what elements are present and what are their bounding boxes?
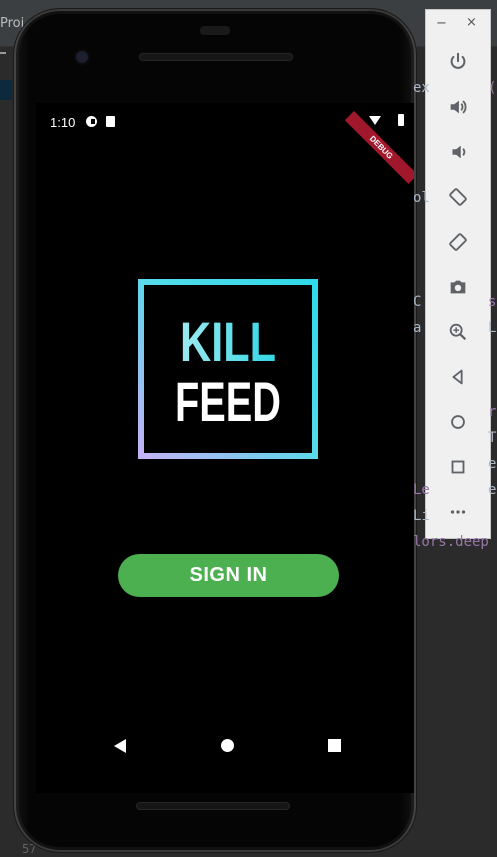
camera-icon xyxy=(450,280,466,294)
rotate-left-button[interactable] xyxy=(426,179,490,215)
zoom-button[interactable] xyxy=(426,314,490,350)
volume-down-icon xyxy=(452,145,466,159)
more-icon xyxy=(450,510,466,514)
ide-code-fragment: Le xyxy=(413,482,430,498)
back-button[interactable] xyxy=(426,359,490,395)
screenshot-button[interactable] xyxy=(426,269,490,305)
ide-code-fragment: T xyxy=(488,430,497,446)
ide-code-fragment: L xyxy=(488,320,497,336)
bottom-speaker-grille xyxy=(136,802,290,810)
status-bar-time: 1:10 xyxy=(50,115,76,130)
close-button[interactable]: × xyxy=(466,15,477,30)
earpiece-notch xyxy=(200,26,230,35)
emulator-control-panel: − × xyxy=(425,9,491,539)
power-icon xyxy=(450,52,466,69)
top-speaker-grille xyxy=(139,53,293,61)
rotate-right-icon xyxy=(449,233,467,251)
volume-up-button[interactable] xyxy=(426,89,490,125)
ide-code-fragment: ex xyxy=(413,80,430,96)
home-button[interactable] xyxy=(426,404,490,440)
overview-icon xyxy=(451,460,465,474)
rotate-right-button[interactable] xyxy=(426,224,490,260)
sd-card-icon xyxy=(106,116,115,127)
power-button[interactable] xyxy=(426,44,490,80)
rotate-left-icon xyxy=(449,188,467,206)
ide-code-fragment: ol xyxy=(413,190,430,206)
nav-home-icon[interactable] xyxy=(221,739,234,752)
home-icon xyxy=(451,415,465,429)
killfeed-logo: KILL FEED xyxy=(138,279,318,459)
logo-line-kill: KILL xyxy=(180,310,276,373)
ide-code-fragment: e xyxy=(488,482,497,498)
data-saver-icon xyxy=(86,116,97,127)
more-button[interactable] xyxy=(426,494,490,530)
volume-up-icon xyxy=(450,100,467,114)
ide-code-fragment: a xyxy=(413,320,422,336)
ide-code-fragment: Li xyxy=(413,508,430,524)
logo-line-feed: FEED xyxy=(175,370,281,433)
ide-code-fragment: s xyxy=(488,294,497,310)
ide-code-fragment: r xyxy=(488,404,497,420)
phone-frame: 1:10 DEBUG KILL FEED SIGN IN xyxy=(14,9,416,852)
sign-in-button[interactable]: SIGN IN xyxy=(118,554,339,597)
volume-down-button[interactable] xyxy=(426,134,490,170)
nav-back-icon[interactable] xyxy=(114,739,126,753)
ide-selected-row xyxy=(0,80,12,100)
overview-button[interactable] xyxy=(426,449,490,485)
nav-recents-icon[interactable] xyxy=(328,739,341,752)
back-icon xyxy=(452,369,463,385)
ide-code-fragment: e xyxy=(488,456,497,472)
collapse-icon[interactable] xyxy=(0,52,6,54)
ide-code-fragment: (( xyxy=(488,80,497,96)
minimize-button[interactable]: − xyxy=(436,16,447,31)
wifi-icon xyxy=(369,116,381,125)
zoom-icon xyxy=(449,323,467,341)
ide-code-fragment: lors.deep xyxy=(413,534,489,550)
app-screen: 1:10 DEBUG KILL FEED SIGN IN xyxy=(36,103,414,793)
front-camera xyxy=(76,51,88,63)
battery-icon xyxy=(398,114,404,126)
ide-code-fragment: C xyxy=(413,294,422,310)
